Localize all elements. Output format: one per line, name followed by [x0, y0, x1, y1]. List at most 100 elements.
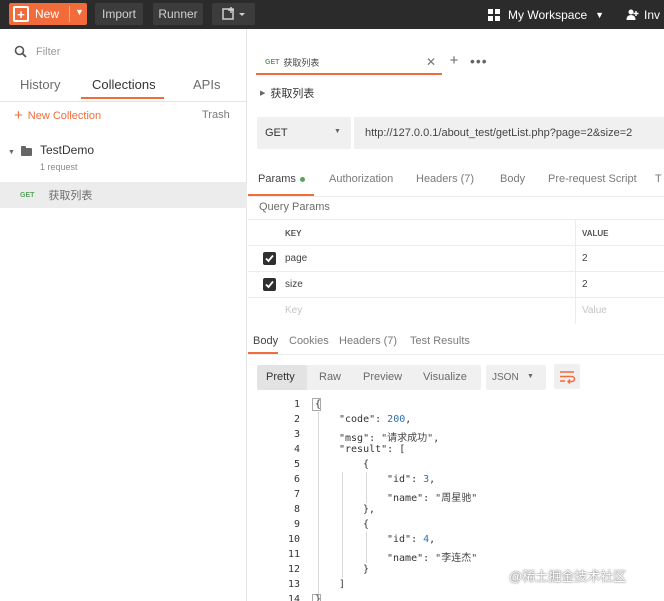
json-string: "周星驰": [435, 493, 478, 504]
search-icon: [14, 45, 27, 58]
url-text: http://127.0.0.1/about_test/getList.php?…: [365, 127, 633, 139]
checkbox[interactable]: [263, 252, 276, 265]
sidebar-request-item[interactable]: GET 获取列表: [0, 182, 247, 208]
caret-down-icon[interactable]: ▼: [8, 149, 15, 156]
param-key[interactable]: page: [285, 253, 307, 264]
import-button[interactable]: Import: [95, 3, 143, 25]
json-number: 4: [423, 534, 430, 545]
invite-button[interactable]: Inv: [626, 0, 660, 29]
format-visualize[interactable]: Visualize: [423, 371, 467, 383]
tab-collections[interactable]: Collections: [92, 77, 156, 92]
close-icon[interactable]: ✕: [426, 55, 436, 69]
code-line: {: [363, 459, 370, 470]
new-key-input[interactable]: Key: [285, 305, 302, 316]
more-icon[interactable]: •••: [470, 51, 488, 71]
code-line: }: [363, 564, 370, 575]
json-key: "result": [339, 444, 388, 455]
new-collection-button[interactable]: + New Collection: [14, 108, 101, 123]
tab-cookies[interactable]: Cookies: [289, 335, 329, 347]
tab-name: 获取列表: [283, 57, 320, 68]
json-number: 3: [423, 474, 430, 485]
line-number: 9: [293, 519, 300, 530]
tab-pre-request-script[interactable]: Pre-request Script: [548, 173, 637, 185]
workspace-selector[interactable]: My Workspace ▼: [488, 0, 604, 29]
tab-body[interactable]: Body: [500, 173, 525, 185]
tab-apis[interactable]: APIs: [193, 77, 220, 92]
new-button-divider: [69, 6, 70, 22]
active-tab-indicator: [81, 97, 164, 99]
chevron-down-icon[interactable]: ▼: [75, 7, 84, 17]
format-raw[interactable]: Raw: [319, 371, 341, 383]
param-value[interactable]: 2: [582, 253, 588, 264]
watermark: @稀土掘金技术社区: [509, 569, 627, 584]
user-plus-icon: [626, 9, 639, 20]
column-divider: [575, 272, 576, 298]
tab-test-results[interactable]: Test Results: [410, 335, 470, 347]
tab-response-body[interactable]: Body: [253, 335, 278, 347]
tab-headers[interactable]: Headers (7): [416, 173, 474, 185]
trash-button[interactable]: Trash: [202, 109, 230, 121]
json-key: "name": [387, 553, 424, 564]
code-line: "id": 4,: [387, 534, 436, 545]
line-number: 1: [293, 399, 300, 410]
code-line: "msg": "请求成功",: [339, 433, 440, 444]
line-number: 8: [293, 504, 300, 515]
workspace-label: My Workspace: [508, 7, 588, 22]
indent-guide: [366, 532, 367, 563]
invite-label: Inv: [644, 7, 661, 22]
line-number: 4: [293, 444, 300, 455]
code-line: "name": "李连杰": [387, 553, 478, 564]
tab-response-headers[interactable]: Headers (7): [339, 335, 397, 347]
new-window-button[interactable]: [212, 3, 255, 25]
checkbox[interactable]: [263, 278, 276, 291]
query-params-title: Query Params: [259, 201, 330, 213]
line-number: 7: [293, 489, 300, 500]
language-select[interactable]: JSON ▼: [486, 365, 546, 390]
code-line: "name": "周星驰": [387, 493, 478, 504]
line-number: 12: [288, 564, 301, 575]
url-input[interactable]: http://127.0.0.1/about_test/getList.php?…: [354, 117, 664, 149]
caret-right-icon: ▶: [260, 90, 266, 97]
check-icon: [265, 280, 274, 289]
new-window-icon: [221, 7, 245, 20]
new-button[interactable]: + New ▼: [9, 3, 87, 25]
line-number: 5: [293, 459, 300, 470]
response-toolbar: Pretty Raw Preview Visualize JSON ▼: [248, 361, 664, 395]
active-dot-icon: [299, 176, 305, 182]
tab-authorization[interactable]: Authorization: [329, 173, 393, 185]
top-toolbar: + New ▼ Import Runner My Workspace ▼ Inv: [0, 0, 664, 29]
folder-icon: [21, 146, 32, 156]
format-preview[interactable]: Preview: [363, 371, 402, 383]
tab-method-badge: GET: [265, 58, 280, 66]
line-number: 6: [293, 474, 300, 485]
new-value-input[interactable]: Value: [582, 305, 607, 316]
param-value[interactable]: 2: [582, 279, 588, 290]
filter-input[interactable]: Filter: [14, 45, 60, 58]
json-key: "id": [387, 474, 412, 485]
line-number: 13: [288, 579, 301, 590]
runner-button[interactable]: Runner: [153, 3, 203, 25]
tab-params[interactable]: Params: [258, 173, 305, 185]
request-tab[interactable]: GET 获取列表 ✕: [256, 51, 442, 75]
request-name: 获取列表: [48, 190, 93, 202]
line-number: 10: [288, 534, 301, 545]
tab-params-label: Params: [258, 173, 296, 185]
key-column-header: KEY: [285, 229, 302, 238]
indent-guide: [342, 472, 343, 578]
tab-tests[interactable]: T: [655, 173, 662, 185]
sidebar-tabs: History Collections APIs: [0, 74, 247, 100]
param-key[interactable]: size: [285, 279, 303, 290]
active-tab-indicator: [248, 352, 278, 354]
format-pretty[interactable]: Pretty: [266, 371, 295, 383]
collection-item[interactable]: ▼ TestDemo 1 request: [0, 136, 247, 176]
new-collection-label: New Collection: [27, 109, 102, 122]
breadcrumb[interactable]: ▶ 获取列表: [260, 85, 314, 101]
url-bar: GET ▼ http://127.0.0.1/about_test/getLis…: [257, 117, 664, 149]
wrap-lines-button[interactable]: [554, 364, 580, 389]
add-tab-button[interactable]: +: [445, 51, 463, 73]
filter-placeholder: Filter: [36, 45, 61, 58]
tab-history[interactable]: History: [20, 77, 60, 92]
table-header: KEY VALUE: [248, 219, 664, 246]
method-select[interactable]: GET ▼: [257, 117, 351, 149]
request-method-badge: GET: [20, 191, 35, 199]
